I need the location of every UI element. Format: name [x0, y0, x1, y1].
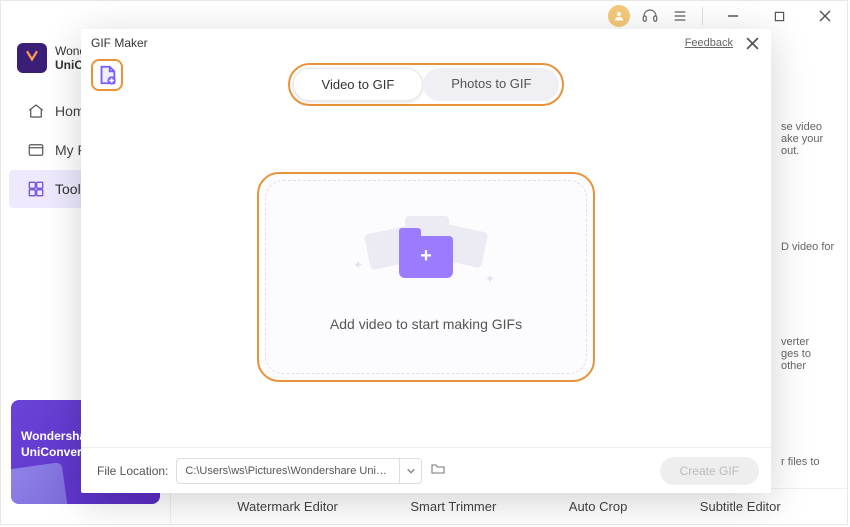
tools-icon	[27, 180, 45, 198]
file-location-dropdown[interactable]	[399, 459, 421, 483]
gif-maker-modal: GIF Maker Feedback Video to GIF Photos t…	[81, 29, 771, 493]
promo-art	[11, 462, 68, 504]
dropzone-area: ✦ ✦ + Add video to start making GIFs	[81, 106, 771, 447]
tool-auto-crop[interactable]: Auto Crop	[569, 499, 628, 514]
home-icon	[27, 102, 45, 120]
user-avatar[interactable]	[608, 5, 630, 27]
modal-title: GIF Maker	[91, 36, 148, 50]
file-location-field	[176, 458, 422, 484]
close-button[interactable]	[807, 2, 843, 30]
promo-line2: UniConverter	[21, 444, 150, 460]
add-file-icon	[96, 64, 118, 86]
support-icon[interactable]	[640, 6, 660, 26]
create-gif-button[interactable]: Create GIF	[660, 457, 759, 485]
card-fragment: verter ges to other	[781, 336, 835, 372]
dropzone-text: Add video to start making GIFs	[330, 316, 522, 332]
background-cards: se video ake your out. D video for verte…	[781, 121, 837, 468]
file-location-label: File Location:	[97, 464, 168, 478]
feedback-link[interactable]: Feedback	[685, 37, 733, 49]
folder-art: ✦ ✦ +	[381, 222, 471, 290]
brand-logo-icon	[17, 43, 47, 73]
file-location-input[interactable]	[177, 465, 399, 477]
tool-smart-trimmer[interactable]: Smart Trimmer	[410, 499, 496, 514]
add-file-button[interactable]	[91, 59, 123, 91]
card-fragment: se video ake your out.	[781, 121, 835, 157]
sparkle-icon: ✦	[485, 272, 495, 286]
maximize-button[interactable]	[761, 2, 797, 30]
chevron-down-icon	[406, 466, 416, 476]
user-icon	[613, 10, 625, 22]
promo-line1: Wondershare	[21, 428, 150, 444]
modal-header: GIF Maker Feedback	[81, 29, 771, 57]
add-video-dropzone[interactable]: ✦ ✦ + Add video to start making GIFs	[257, 172, 595, 382]
modal-body: Video to GIF Photos to GIF ✦ ✦ +	[81, 57, 771, 493]
minimize-button[interactable]	[715, 2, 751, 30]
folder-icon	[430, 461, 446, 477]
sparkle-icon: ✦	[353, 258, 363, 272]
tool-watermark-editor[interactable]: Watermark Editor	[237, 499, 338, 514]
tabs-wrapper: Video to GIF Photos to GIF	[123, 57, 729, 106]
titlebar	[1, 1, 847, 31]
main-window: Wondershare UniConverter Home My Files	[0, 0, 848, 525]
bottom-toolbar: Watermark Editor Smart Trimmer Auto Crop…	[171, 488, 847, 524]
tab-video-to-gif[interactable]: Video to GIF	[293, 68, 424, 101]
open-folder-button[interactable]	[430, 461, 446, 480]
tabs: Video to GIF Photos to GIF	[288, 63, 565, 106]
card-fragment: D video for	[781, 241, 835, 253]
modal-upper: Video to GIF Photos to GIF	[81, 57, 771, 106]
modal-footer: File Location: Create GIF	[81, 447, 771, 493]
modal-close-button[interactable]	[743, 34, 761, 52]
menu-icon[interactable]	[670, 6, 690, 26]
tab-photos-to-gif[interactable]: Photos to GIF	[423, 68, 559, 101]
card-fragment: r files to	[781, 456, 835, 468]
tool-subtitle-editor[interactable]: Subtitle Editor	[700, 499, 781, 514]
folder-plus-icon: +	[399, 236, 453, 278]
files-icon	[27, 141, 45, 159]
